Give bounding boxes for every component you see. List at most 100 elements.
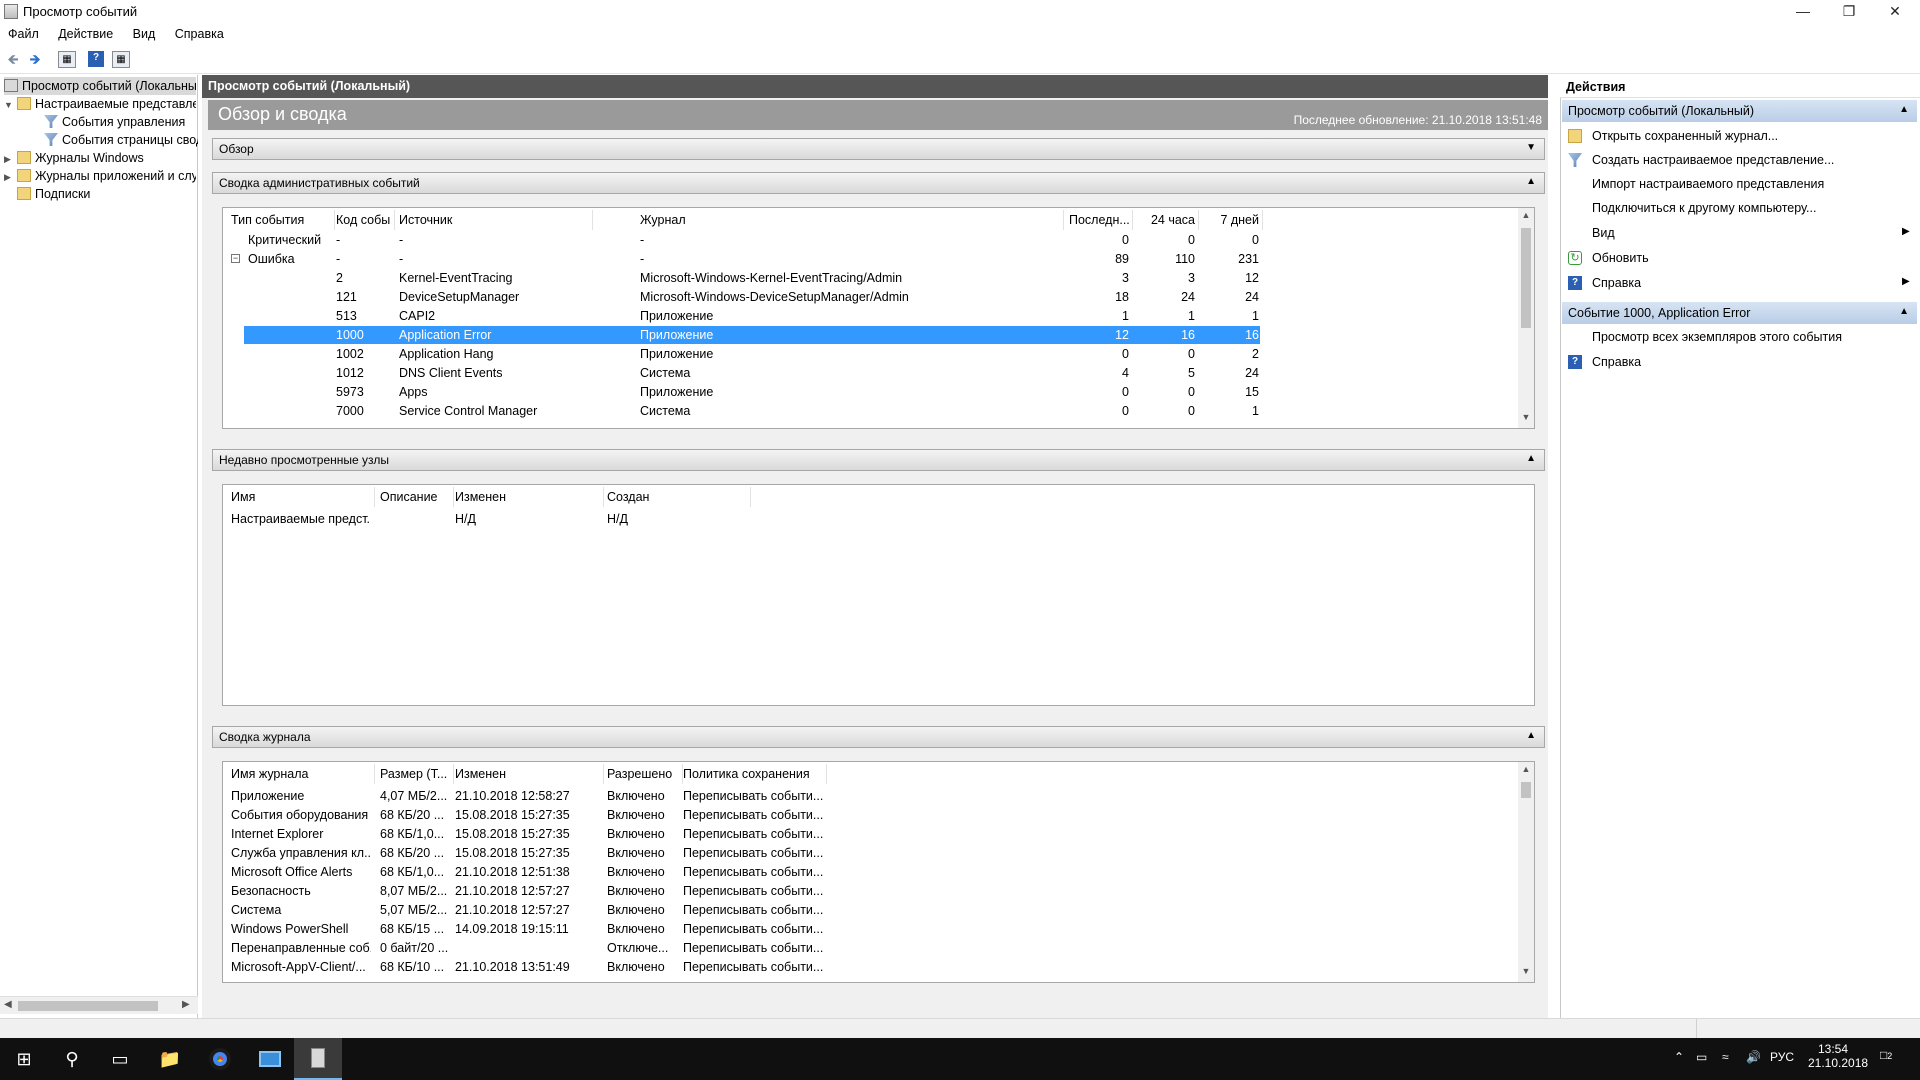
file-explorer-icon[interactable]: 📁 (146, 1038, 194, 1080)
table-row[interactable]: Приложение 4,07 МБ/2... 21.10.2018 12:58:2… (223, 787, 1513, 805)
collapse-arrow-icon[interactable]: ▲ (1899, 306, 1909, 317)
minimize-button[interactable]: — (1780, 0, 1826, 24)
scroll-up-icon[interactable]: ▲ (1518, 210, 1534, 220)
expand-chevron-icon[interactable]: ▶ (4, 168, 14, 185)
table-row[interactable]: 2 Kernel-EventTracing Microsoft-Windows-Ke… (244, 269, 1260, 287)
table-row[interactable]: Перенаправленные соб... 0 байт/20 ... Откл… (223, 939, 1513, 957)
collapse-chevron-icon[interactable]: ▼ (4, 96, 14, 113)
tree-item-app-service-logs[interactable]: ▶ Журналы приложений и служб (4, 167, 196, 185)
action-view-all-instances[interactable]: Просмотр всех экземпляров этого события (1592, 328, 1842, 346)
column-header[interactable]: 24 часа (1135, 211, 1195, 229)
section-recent-nodes[interactable]: Недавно просмотренные узлы ▲ (212, 449, 1545, 471)
action-event-help[interactable]: Справка (1592, 353, 1641, 371)
collapse-arrow-icon[interactable]: ▲ (1526, 176, 1536, 187)
restore-button[interactable]: ❐ (1826, 0, 1872, 24)
menu-action[interactable]: Действие (50, 24, 121, 41)
help-icon[interactable]: ? (88, 51, 104, 67)
tree-item-root[interactable]: Просмотр событий (Локальный) (4, 77, 196, 95)
column-header[interactable]: Изменен (455, 765, 600, 783)
close-button[interactable]: ✕ (1872, 0, 1918, 24)
collapse-arrow-icon[interactable]: ▲ (1899, 104, 1909, 115)
action-refresh[interactable]: Обновить (1592, 249, 1649, 267)
table-row[interactable]: Служба управления кл... 68 КБ/20 ... 15.08… (223, 844, 1513, 862)
table-row[interactable]: 5973 Apps Приложение 0 0 15 (244, 383, 1260, 401)
column-header[interactable]: Разрешено (607, 765, 679, 783)
scrollbar-thumb[interactable] (1521, 228, 1531, 328)
language-indicator[interactable]: РУС (1770, 1050, 1794, 1064)
collapse-arrow-icon[interactable]: ▲ (1526, 730, 1536, 741)
chrome-icon[interactable] (196, 1038, 244, 1080)
network-icon[interactable]: ≈ (1722, 1050, 1729, 1064)
table-row[interactable]: События оборудования 68 КБ/20 ... 15.08.20… (223, 806, 1513, 824)
action-view[interactable]: Вид (1592, 224, 1615, 242)
tree-horizontal-scrollbar[interactable]: ◀ ▶ (0, 996, 198, 1014)
scrollbar-thumb[interactable] (1521, 782, 1531, 798)
action-create-custom-view[interactable]: Создать настраиваемое представление... (1592, 151, 1834, 169)
column-header[interactable]: Последн... (1069, 211, 1129, 229)
column-header[interactable]: Описание (380, 488, 450, 506)
volume-icon[interactable]: 🔊 (1746, 1050, 1761, 1064)
tree-item-windows-logs[interactable]: ▶ Журналы Windows (4, 149, 196, 167)
column-header[interactable]: Создан (607, 488, 747, 506)
action-help[interactable]: Справка (1592, 274, 1641, 292)
tray-overflow-icon[interactable]: ⌃ (1674, 1050, 1684, 1064)
menu-file[interactable]: Файл (0, 24, 47, 41)
column-header[interactable]: 7 дней (1199, 211, 1259, 229)
action-import-custom-view[interactable]: Импорт настраиваемого представления (1592, 175, 1824, 193)
action-connect-computer[interactable]: Подключиться к другому компьютеру... (1592, 199, 1816, 217)
forward-arrow-icon[interactable]: 🡺 (26, 51, 44, 68)
battery-icon[interactable]: ▭ (1696, 1050, 1707, 1064)
table-row[interactable]: Microsoft Office Alerts 68 КБ/1,0... 21.10… (223, 863, 1513, 881)
remote-desktop-icon[interactable] (246, 1038, 294, 1080)
table-row[interactable]: Система 5,07 МБ/2... 21.10.2018 12:57:27 Вк… (223, 901, 1513, 919)
scrollbar-thumb[interactable] (18, 1001, 158, 1011)
start-windows-icon[interactable]: ⊞ (0, 1038, 48, 1080)
table-row[interactable]: Microsoft-AppV-Client/... 68 КБ/10 ... 21.… (223, 958, 1513, 976)
show-hide-actions-icon[interactable]: ▦ (112, 51, 130, 68)
column-header[interactable]: Тип события (231, 211, 331, 229)
table-row[interactable]: Ошибка - - - 89 110 231 (244, 250, 1260, 268)
tree-item-subscriptions[interactable]: Подписки (17, 185, 197, 203)
table-row[interactable]: 513 CAPI2 Приложение 1 1 1 (244, 307, 1260, 325)
section-overview[interactable]: Обзор ▼ (212, 138, 1545, 160)
table-row[interactable]: Безопасность 8,07 МБ/2... 21.10.2018 12:57… (223, 882, 1513, 900)
clock[interactable]: 13:54 21.10.2018 (1808, 1042, 1868, 1070)
tree-item-admin-events[interactable]: События управления (44, 113, 198, 131)
actions-section-event[interactable]: Событие 1000, Application Error ▲ (1562, 302, 1917, 324)
table-row[interactable]: 1000 Application Error Приложение 12 16 16 (244, 326, 1260, 344)
column-header[interactable]: Политика сохранения (683, 765, 823, 783)
back-arrow-icon[interactable]: 🡸 (4, 51, 22, 68)
event-viewer-taskbar-icon[interactable] (294, 1038, 342, 1080)
menu-help[interactable]: Справка (167, 24, 232, 41)
table-row[interactable]: Настраиваемые предст... Н/Д Н/Д (223, 510, 1513, 528)
notifications-icon[interactable]: □2 (1880, 1048, 1892, 1062)
column-header[interactable]: Журнал (640, 211, 1060, 229)
column-header[interactable]: Код собы... (336, 211, 391, 229)
table-row[interactable]: Internet Explorer 68 КБ/1,0... 15.08.2018 … (223, 825, 1513, 843)
task-view-icon[interactable]: ▭ (96, 1038, 144, 1080)
show-hide-tree-icon[interactable]: ▦ (58, 51, 76, 68)
table-row[interactable]: 121 DeviceSetupManager Microsoft-Windows-D… (244, 288, 1260, 306)
table-row[interactable]: 1002 Application Hang Приложение 0 0 2 (244, 345, 1260, 363)
admin-table-vscroll[interactable]: ▲ ▼ (1518, 208, 1534, 428)
collapse-arrow-icon[interactable]: ▲ (1526, 453, 1536, 464)
expand-chevron-icon[interactable]: ▶ (4, 150, 14, 167)
column-header[interactable]: Изменен (455, 488, 600, 506)
table-row[interactable]: 1012 DNS Client Events Система 4 5 24 (244, 364, 1260, 382)
expand-arrow-icon[interactable]: ▼ (1526, 142, 1536, 153)
actions-section-local[interactable]: Просмотр событий (Локальный) ▲ (1562, 100, 1917, 122)
section-log-summary[interactable]: Сводка журнала ▲ (212, 726, 1545, 748)
scroll-down-icon[interactable]: ▼ (1518, 412, 1534, 422)
menu-view[interactable]: Вид (125, 24, 164, 41)
table-row[interactable]: Критический - - -0 0 0 (244, 231, 1260, 249)
scroll-right-icon[interactable]: ▶ (182, 999, 190, 1010)
column-header[interactable]: Имя (231, 488, 371, 506)
scroll-up-icon[interactable]: ▲ (1518, 764, 1534, 774)
log-table-vscroll[interactable]: ▲ ▼ (1518, 762, 1534, 982)
search-icon[interactable]: ⚲ (48, 1038, 96, 1080)
column-header[interactable]: Источник (399, 211, 589, 229)
collapse-toggle-icon[interactable]: − (231, 254, 240, 263)
scroll-left-icon[interactable]: ◀ (4, 999, 12, 1010)
column-header[interactable]: Имя журнала (231, 765, 371, 783)
table-row[interactable]: 7000 Service Control Manager Система 0 0 1 (244, 402, 1260, 420)
